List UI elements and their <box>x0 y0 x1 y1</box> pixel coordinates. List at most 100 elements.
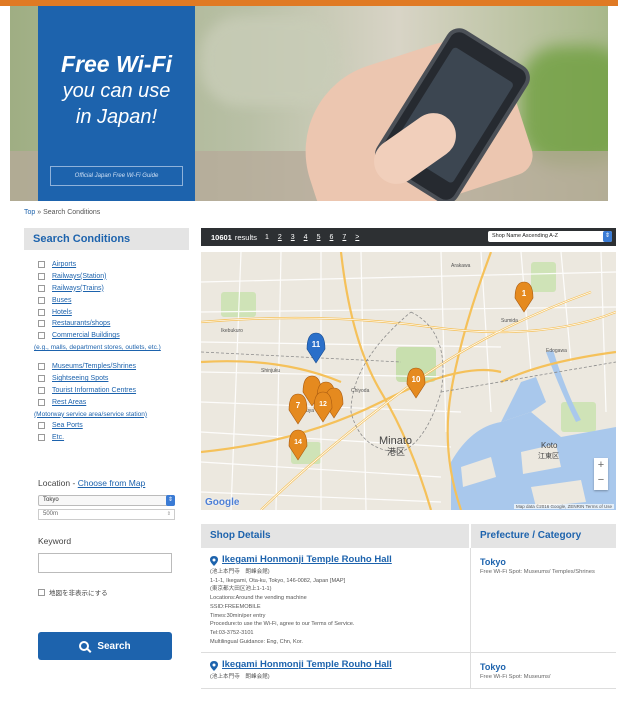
checkbox[interactable] <box>38 433 45 441</box>
category-etc[interactable]: Etc. <box>38 433 189 445</box>
location-label: Location - Choose from Map <box>38 478 146 488</box>
shop-name-link[interactable]: Ikegami Honmonji Temple Rouho Hall <box>210 554 470 567</box>
hide-map-toggle[interactable]: 地図を非表示にする <box>38 587 108 597</box>
svg-text:12: 12 <box>319 401 327 408</box>
checkbox[interactable] <box>38 588 45 596</box>
table-row: Ikegami Honmonji Temple Rouho Hall (池上本門… <box>201 548 616 654</box>
category-restaurants[interactable]: Restaurants/shops <box>38 319 189 331</box>
page-2[interactable]: 2 <box>278 234 282 241</box>
table-header: Shop Details Prefecture / Category <box>201 524 616 548</box>
page-7[interactable]: 7 <box>342 234 346 241</box>
search-sidebar: Search Conditions Airports Railways(Stat… <box>24 228 189 698</box>
page: Free Wi-Fi you can use in Japan! Officia… <box>0 0 618 709</box>
shop-details-cell: Ikegami Honmonji Temple Rouho Hall (池上本門… <box>201 653 471 689</box>
table-row: Ikegami Honmonji Temple Rouho Hall (池上本門… <box>201 653 616 690</box>
category-buses[interactable]: Buses <box>38 296 189 308</box>
page-3[interactable]: 3 <box>291 234 295 241</box>
category-list: Airports Railways(Station) Railways(Trai… <box>24 250 189 445</box>
category-museums[interactable]: Museums/Temples/Shrines <box>38 362 189 374</box>
zoom-control[interactable]: + − <box>594 458 608 490</box>
zoom-out-button[interactable]: − <box>594 473 608 488</box>
checkbox[interactable] <box>38 332 45 340</box>
breadcrumb-current: Search Conditions <box>43 209 101 216</box>
checkbox[interactable] <box>38 272 45 280</box>
shop-address: 1-1-1, Ikegami, Ota-ku, Tokyo, 146-0082,… <box>210 577 346 584</box>
checkbox[interactable] <box>38 398 45 406</box>
prefecture-cell: Tokyo Free Wi-Fi Spot: Museums/ Temples/… <box>471 548 595 652</box>
category-rest-areas[interactable]: Rest Areas <box>38 398 189 410</box>
results-table: Shop Details Prefecture / Category Ikega… <box>201 524 616 690</box>
checkbox[interactable] <box>38 261 45 268</box>
hero-title: Free Wi-Fi <box>61 51 172 77</box>
map-label-minato: Minato <box>379 435 412 447</box>
category-railways-station[interactable]: Railways(Station) <box>38 272 189 284</box>
svg-text:11: 11 <box>312 340 321 349</box>
google-logo: Google <box>205 497 240 508</box>
search-icon <box>79 641 90 651</box>
svg-text:Chiyoda: Chiyoda <box>351 388 370 394</box>
breadcrumb-top-link[interactable]: Top <box>24 209 35 216</box>
search-button[interactable]: Search <box>38 632 172 660</box>
results-bar: 10601 results 1 2 3 4 5 6 7 > Shop Name … <box>201 228 616 246</box>
hero-subtitle-line2: in Japan! <box>75 106 158 128</box>
category-tourist-info[interactable]: Tourist Information Centres <box>38 386 189 398</box>
checkbox[interactable] <box>38 387 45 395</box>
choose-from-map-link[interactable]: Choose from Map <box>78 478 146 488</box>
location-pin-icon <box>210 555 218 566</box>
category-commercial[interactable]: Commercial Buildings <box>38 331 189 343</box>
map-canvas[interactable]: Ikebukuro Shinjuku Shibuya Arakawa Sumid… <box>201 252 616 510</box>
sort-select[interactable]: Shop Name Ascending A-Z ⇕ <box>488 231 612 242</box>
shop-details-cell: Ikegami Honmonji Temple Rouho Hall (池上本門… <box>201 548 471 653</box>
hero-title-panel: Free Wi-Fi you can use in Japan! Officia… <box>38 6 195 201</box>
guide-link[interactable]: Official Japan Free Wi-Fi Guide <box>50 166 183 186</box>
checkbox[interactable] <box>38 284 45 292</box>
svg-text:Shinjuku: Shinjuku <box>261 368 280 374</box>
checkbox[interactable] <box>38 296 45 304</box>
next-page[interactable]: > <box>355 234 359 241</box>
svg-text:Arakawa: Arakawa <box>451 263 471 269</box>
category-railways-trains[interactable]: Railways(Trains) <box>38 284 189 296</box>
chevron-down-icon: ⇕ <box>166 511 171 517</box>
commercial-note[interactable]: (e.g., malls, department stores, outlets… <box>34 343 189 362</box>
hero-subtitle-line1: you can use <box>62 80 171 102</box>
svg-text:Edogawa: Edogawa <box>546 348 567 354</box>
map-label-minato-jp: 港区 <box>387 446 405 457</box>
category-airports[interactable]: Airports <box>38 260 189 272</box>
page-1[interactable]: 1 <box>265 234 269 241</box>
page-5[interactable]: 5 <box>317 234 321 241</box>
svg-text:1: 1 <box>522 289 527 298</box>
select-arrow-icon: ⇕ <box>603 231 612 242</box>
prefecture-select[interactable]: Tokyo ⇕ <box>38 495 175 506</box>
map-attribution[interactable]: Map data ©2016 Google, ZENRIN Terms of U… <box>513 504 614 509</box>
checkbox[interactable] <box>38 375 45 383</box>
rest-areas-note[interactable]: (Motorway service area/service station) <box>34 410 189 421</box>
radius-select[interactable]: 500m ⇕ <box>38 509 175 520</box>
zoom-in-button[interactable]: + <box>594 458 608 473</box>
sidebar-heading: Search Conditions <box>24 228 189 250</box>
svg-text:14: 14 <box>294 439 302 446</box>
category-sea-ports[interactable]: Sea Ports <box>38 421 189 433</box>
checkbox[interactable] <box>38 320 45 328</box>
page-6[interactable]: 6 <box>329 234 333 241</box>
checkbox[interactable] <box>38 363 45 371</box>
category-text: Free Wi-Fi Spot: Museums/ <box>480 674 551 681</box>
prefecture-name: Tokyo <box>480 662 506 673</box>
keyword-input[interactable] <box>38 553 172 573</box>
location-pin-icon <box>210 660 218 671</box>
svg-text:Sumida: Sumida <box>501 318 518 324</box>
shop-name-link[interactable]: Ikegami Honmonji Temple Rouho Hall <box>210 659 470 672</box>
results-count: 10601 <box>211 232 232 242</box>
prefecture-name: Tokyo <box>480 557 506 567</box>
category-sightseeing[interactable]: Sightseeing Spots <box>38 374 189 386</box>
checkbox[interactable] <box>38 308 45 316</box>
page-4[interactable]: 4 <box>304 234 308 241</box>
results-map[interactable]: Ikebukuro Shinjuku Shibuya Arakawa Sumid… <box>201 252 616 510</box>
col-shop-details: Shop Details <box>201 524 471 548</box>
keyword-label: Keyword <box>38 536 72 546</box>
svg-text:Ikebukuro: Ikebukuro <box>221 328 243 334</box>
svg-text:10: 10 <box>412 375 421 384</box>
category-hotels[interactable]: Hotels <box>38 308 189 320</box>
select-arrow-icon: ⇕ <box>166 495 175 506</box>
checkbox[interactable] <box>38 421 45 429</box>
breadcrumb: Top » Search Conditions <box>24 209 101 216</box>
